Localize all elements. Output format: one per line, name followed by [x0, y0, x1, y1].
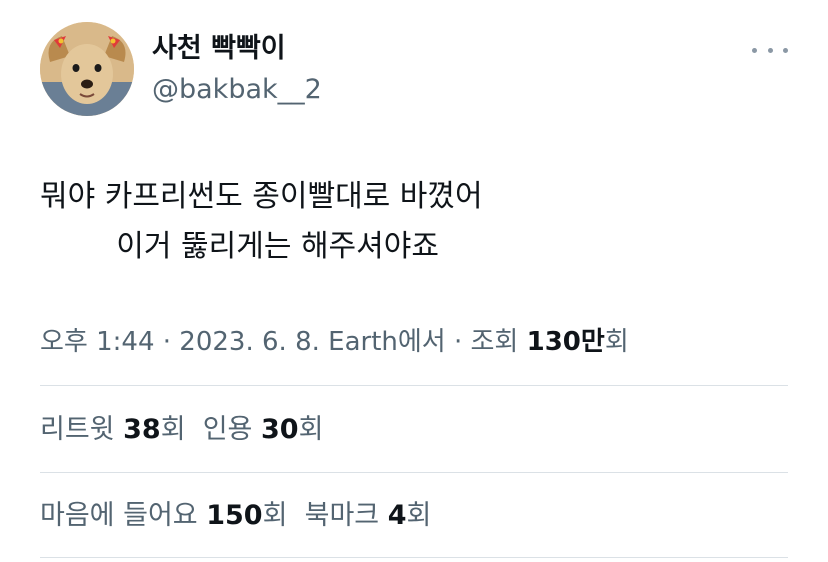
divider — [40, 472, 788, 473]
tweet-source: Earth에서 — [328, 327, 446, 357]
user-names: 사천 빡빡이 @bakbak__2 — [152, 32, 322, 108]
stats-row-likes: 마음에 들어요 150회 북마크 4회 — [40, 496, 431, 536]
divider — [40, 385, 788, 386]
quotes-label: 인용 — [202, 414, 253, 445]
views-unit: 회 — [604, 327, 629, 357]
bookmarks-count: 4 — [387, 500, 407, 531]
more-icon — [752, 47, 757, 53]
divider — [40, 557, 788, 558]
views-label: 조회 — [470, 327, 519, 357]
views-count: 130만 — [526, 327, 605, 357]
more-icon-dot-2 — [767, 47, 773, 53]
likes-label: 마음에 들어요 — [40, 500, 198, 531]
likes-unit: 회 — [262, 500, 288, 531]
tweet-date[interactable]: 2023. 6. 8. — [179, 327, 320, 357]
quotes-stat[interactable]: 인용 30회 — [203, 414, 324, 445]
retweets-unit: 회 — [160, 414, 186, 445]
retweets-stat[interactable]: 리트윗 38회 — [40, 414, 186, 445]
user-handle[interactable]: @bakbak__2 — [152, 72, 322, 108]
dog-avatar-icon — [40, 22, 134, 116]
meta-separator-2: · — [445, 327, 471, 357]
more-icon-dot-3 — [783, 47, 788, 53]
tweet-time[interactable]: 오후 1:44 — [40, 327, 155, 357]
bookmarks-stat[interactable]: 북마크 4회 — [305, 500, 432, 531]
likes-count: 150 — [206, 500, 263, 531]
meta-separator: · — [154, 327, 180, 357]
more-options-button[interactable] — [752, 36, 788, 64]
retweets-count: 38 — [123, 414, 161, 445]
display-name[interactable]: 사천 빡빡이 — [152, 32, 322, 66]
stats-row-engagement: 리트윗 38회 인용 30회 — [40, 410, 323, 450]
likes-stat[interactable]: 마음에 들어요 150회 — [40, 500, 287, 531]
bookmarks-label: 북마크 — [304, 500, 380, 531]
tweet-header: 사천 빡빡이 @bakbak__2 — [40, 22, 788, 118]
tweet-text: 뭐야 카프리썬도 종이빨대로 바꼈어 이거 뚫리게는 해주셔야죠 — [40, 179, 483, 264]
retweets-label: 리트윗 — [40, 414, 115, 445]
quotes-unit: 회 — [298, 414, 324, 445]
tweet-meta: 오후 1:44 · 2023. 6. 8. Earth에서 · 조회 130만회 — [40, 322, 629, 362]
avatar[interactable] — [40, 22, 134, 116]
bookmarks-unit: 회 — [406, 500, 432, 531]
quotes-count: 30 — [261, 414, 299, 445]
